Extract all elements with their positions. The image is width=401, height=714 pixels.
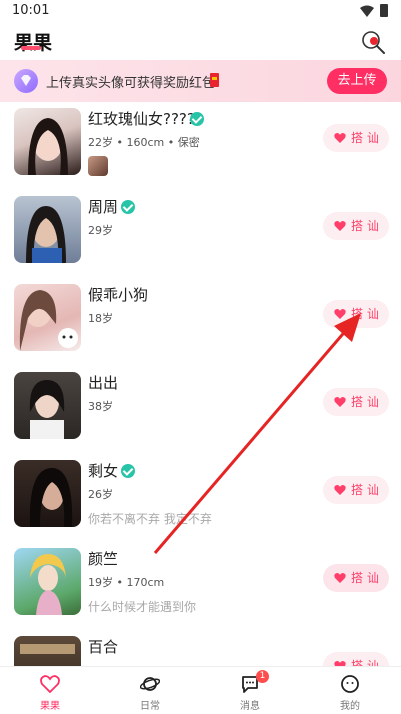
user-name: 剩女 — [88, 462, 119, 480]
tab-label: 我的 — [340, 701, 360, 712]
user-list: 红玫瑰仙女???? 22岁 • 160cm • 保密 搭 讪 周周 29岁 搭 … — [0, 102, 401, 666]
avatar[interactable] — [14, 372, 81, 439]
tab-label: 日常 — [140, 701, 160, 712]
user-name: 假乖小狗 — [88, 286, 149, 304]
bottom-tab-bar: 果果 日常 1 消息 我的 — [0, 666, 401, 714]
planet-icon — [140, 677, 160, 691]
list-item[interactable]: 颜竺 19岁 • 170cm 什么时候才能遇到你 搭 讪 — [0, 542, 401, 630]
tab-messages[interactable]: 1 消息 — [200, 667, 300, 714]
chat-button-label: 搭 讪 — [351, 395, 379, 409]
upload-button[interactable]: 去上传 — [327, 68, 387, 94]
chat-button-label: 搭 讪 — [351, 659, 379, 666]
tab-label: 果果 — [40, 701, 60, 712]
chat-button[interactable]: 搭 讪 — [323, 212, 389, 240]
user-bio: 你若不离不弃 我定不弃 — [88, 512, 212, 526]
photo-thumbnail[interactable] — [88, 156, 108, 176]
chat-button[interactable]: 搭 讪 — [323, 652, 389, 666]
wifi-icon — [360, 5, 374, 17]
tab-label: 消息 — [240, 701, 260, 712]
chat-button[interactable]: 搭 讪 — [323, 124, 389, 152]
search-icon[interactable] — [360, 29, 386, 55]
status-bar: 10:01 — [0, 0, 401, 24]
heart-icon — [40, 675, 60, 694]
user-meta: 38岁 — [88, 400, 113, 413]
verified-icon — [190, 112, 204, 126]
avatar[interactable] — [14, 284, 81, 351]
banner-text: 上传真实头像可获得奖励红包 — [46, 76, 216, 91]
red-packet-icon — [210, 73, 219, 87]
user-meta: 19岁 • 170cm — [88, 576, 165, 589]
heart-icon — [334, 573, 346, 583]
chat-button[interactable]: 搭 讪 — [323, 476, 389, 504]
heart-icon — [334, 309, 346, 319]
user-name: 出出 — [88, 374, 119, 392]
user-meta: 18岁 — [88, 312, 113, 325]
unread-badge: 1 — [256, 670, 269, 683]
list-item[interactable]: 剩女 26岁 你若不离不弃 我定不弃 搭 讪 — [0, 454, 401, 542]
chat-button[interactable]: 搭 讪 — [323, 564, 389, 592]
heart-icon — [334, 221, 346, 231]
avatar[interactable] — [14, 548, 81, 615]
list-item[interactable]: 百合 搭 讪 — [0, 630, 401, 666]
user-name: 颜竺 — [88, 550, 119, 568]
verified-icon — [121, 464, 135, 478]
user-name: 红玫瑰仙女???? — [88, 110, 195, 128]
list-item[interactable]: 红玫瑰仙女???? 22岁 • 160cm • 保密 搭 讪 — [0, 102, 401, 190]
user-name: 百合 — [88, 638, 119, 656]
tab-daily[interactable]: 日常 — [100, 667, 200, 714]
tab-guoguo[interactable]: 果果 — [0, 667, 100, 714]
diamond-icon — [14, 69, 38, 93]
user-name: 周周 — [88, 198, 119, 216]
user-meta: 29岁 — [88, 224, 113, 237]
status-time: 10:01 — [12, 3, 50, 18]
user-meta: 26岁 — [88, 488, 113, 501]
tab-profile[interactable]: 我的 — [300, 667, 400, 714]
list-item[interactable]: 出出 38岁 搭 讪 — [0, 366, 401, 454]
chat-button[interactable]: 搭 讪 — [323, 300, 389, 328]
page-title: 果果 — [14, 32, 53, 54]
avatar[interactable] — [14, 108, 81, 175]
chat-button-label: 搭 讪 — [351, 483, 379, 497]
heart-icon — [334, 397, 346, 407]
user-bio: 什么时候才能遇到你 — [88, 600, 197, 614]
battery-icon — [380, 4, 388, 17]
chat-button-label: 搭 讪 — [351, 131, 379, 145]
chat-button-label: 搭 讪 — [351, 219, 379, 233]
heart-icon — [334, 485, 346, 495]
title-underline — [21, 46, 41, 50]
heart-icon — [334, 133, 346, 143]
list-item[interactable]: 周周 29岁 搭 讪 — [0, 190, 401, 278]
profile-icon — [341, 675, 359, 693]
chat-button[interactable]: 搭 讪 — [323, 388, 389, 416]
verified-icon — [121, 200, 135, 214]
avatar[interactable] — [14, 636, 81, 666]
chat-button-label: 搭 讪 — [351, 307, 379, 321]
user-meta: 22岁 • 160cm • 保密 — [88, 136, 200, 149]
chat-button-label: 搭 讪 — [351, 571, 379, 585]
avatar[interactable] — [14, 460, 81, 527]
list-item[interactable]: 假乖小狗 18岁 搭 讪 — [0, 278, 401, 366]
avatar[interactable] — [14, 196, 81, 263]
app-header: 果果 — [0, 24, 401, 58]
